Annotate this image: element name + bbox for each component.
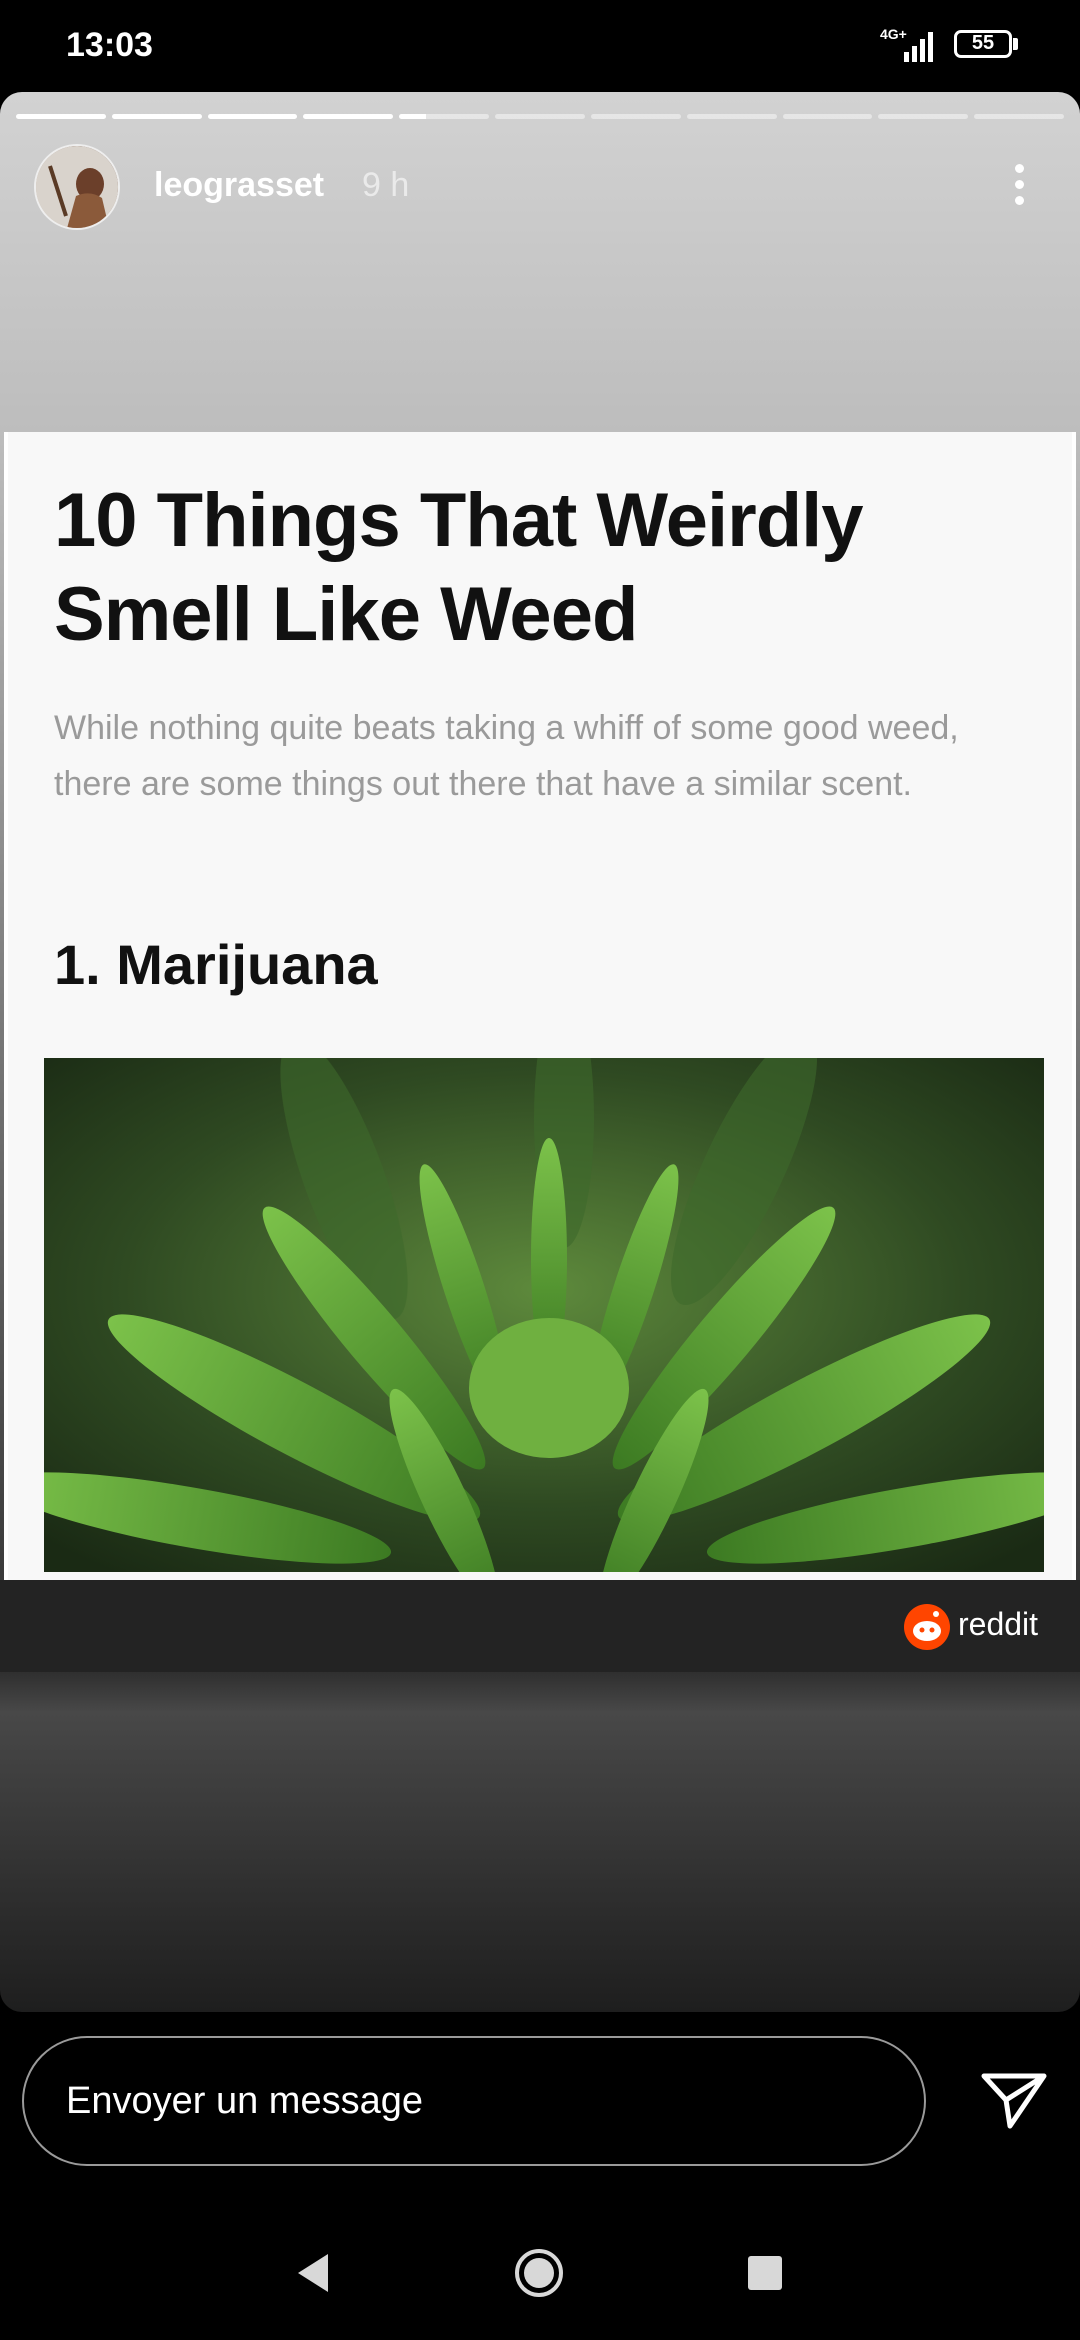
status-time: 13:03 [66, 26, 153, 64]
story-progress [16, 114, 1064, 119]
progress-segment [590, 114, 681, 119]
plant-image [44, 1058, 1044, 1572]
status-bar: 13:03 4G+ 55 [0, 0, 1080, 92]
reddit-icon [904, 1604, 950, 1650]
more-vertical-icon[interactable] [1000, 160, 1040, 210]
battery-level: 55 [971, 32, 995, 54]
progress-segment [16, 114, 106, 119]
progress-segment [207, 114, 298, 119]
article-subtitle: While nothing quite beats taking a whiff… [54, 709, 959, 803]
back-icon[interactable] [290, 2250, 336, 2296]
avatar-image [36, 146, 118, 228]
source-label: reddit [958, 1606, 1039, 1642]
article-title: 10 Things That Weirdly Smell Like Weed [54, 478, 864, 657]
avatar[interactable] [34, 144, 120, 230]
progress-segment [974, 114, 1064, 119]
send-icon[interactable] [980, 2070, 1048, 2130]
recents-icon[interactable] [748, 2256, 782, 2290]
signal-icon [904, 32, 933, 62]
message-placeholder: Envoyer un message [66, 2080, 423, 2122]
progress-segment [111, 114, 202, 119]
battery-tip [1013, 38, 1018, 50]
progress-segment [495, 114, 585, 119]
progress-segment [782, 114, 873, 119]
progress-segment [303, 114, 394, 119]
article-card: 10 Things That Weirdly Smell Like Weed W… [4, 432, 1076, 1580]
story-time: 9 h [362, 166, 410, 204]
progress-segment [686, 114, 777, 119]
home-icon[interactable] [514, 2248, 564, 2298]
progress-segment [878, 114, 969, 119]
progress-segment [399, 114, 490, 119]
article-heading: 1. Marijuana [54, 933, 378, 996]
story-viewer[interactable]: leograsset 9 h 10 Things That Weirdly Sm… [0, 92, 1080, 2012]
story-username[interactable]: leograsset [154, 166, 324, 205]
